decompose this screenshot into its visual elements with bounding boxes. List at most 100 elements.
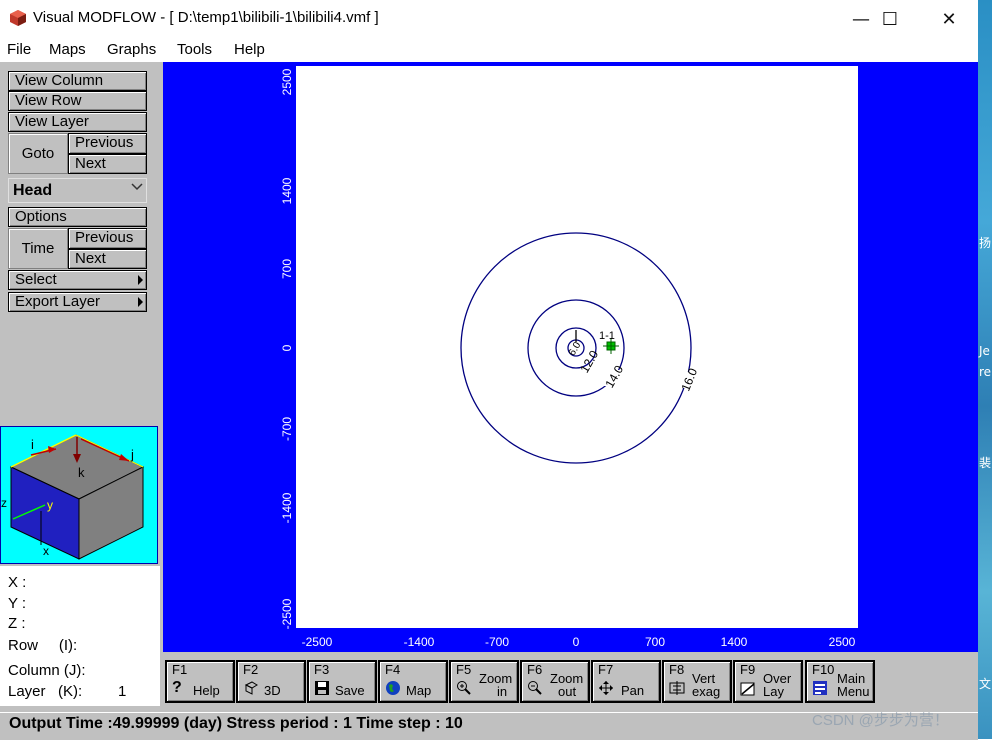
- desktop-text-fragment: 文: [979, 677, 992, 691]
- head-contour-map[interactable]: -2500 -1400 -700 0 700 1400 2500 2500 14…: [163, 62, 978, 652]
- parameter-dropdown[interactable]: Head: [8, 178, 147, 203]
- chevron-down-icon: [131, 183, 143, 191]
- cube-axis-i: i: [31, 437, 34, 452]
- orientation-cube-panel: i j k y z x: [0, 426, 158, 564]
- 3d-icon: [244, 681, 258, 695]
- fkey-label: Save: [335, 683, 365, 698]
- x-axis: -2500 -1400 -700 0 700 1400 2500: [302, 635, 856, 649]
- y-tick-label: 700: [280, 259, 294, 279]
- desktop-text-fragment: 扬: [979, 236, 992, 250]
- orientation-cube-icon: i j k y z x: [1, 434, 145, 560]
- submenu-arrow-icon: [138, 297, 143, 307]
- x-tick-label: -700: [485, 635, 509, 649]
- fkey-label: Menu: [837, 684, 870, 699]
- maximize-button[interactable]: ☐: [861, 0, 919, 38]
- fkey-number: F6: [527, 662, 543, 677]
- goto-next-button[interactable]: Next: [68, 154, 147, 174]
- submenu-arrow-icon: [138, 275, 143, 285]
- fkey-label: out: [558, 684, 577, 699]
- view-row-button[interactable]: View Row: [8, 91, 147, 111]
- view-column-button[interactable]: View Column: [8, 71, 147, 91]
- fkey-label: Pan: [621, 683, 645, 698]
- view-layer-button[interactable]: View Layer: [8, 112, 147, 132]
- fkey-label: Lay: [763, 684, 784, 699]
- status-text: Output Time :49.99999 (day) Stress perio…: [9, 715, 463, 732]
- cube-axis-k: k: [78, 465, 85, 480]
- y-tick-label: 1400: [280, 177, 294, 204]
- save-icon: [315, 681, 329, 695]
- f6-zoom-out-button[interactable]: F6 Zoom out: [520, 660, 590, 703]
- globe-icon: [386, 681, 400, 695]
- fkey-label: Map: [406, 683, 432, 698]
- y-axis: 2500 1400 700 0 -700 -1400 -2500: [280, 68, 294, 629]
- coord-row-label: Row (I):: [8, 637, 78, 654]
- f10-main-menu-button[interactable]: F10 Main Menu: [805, 660, 875, 703]
- watermark: CSDN @步步为营！: [812, 712, 949, 729]
- desktop-text-fragment: 裴: [979, 456, 992, 470]
- goto-button[interactable]: Goto: [8, 133, 68, 174]
- fkey-label: in: [497, 684, 508, 699]
- f5-zoom-in-button[interactable]: F5 Zoom in: [449, 660, 519, 703]
- x-tick-label: -2500: [302, 635, 333, 649]
- help-icon: ?: [172, 679, 182, 696]
- export-layer-button[interactable]: Export Layer: [8, 292, 147, 312]
- coord-z-label: Z :: [8, 615, 26, 632]
- fkey-number: F8: [669, 662, 685, 677]
- time-button[interactable]: Time: [8, 228, 68, 269]
- f1-help-button[interactable]: F1 ? Help: [165, 660, 235, 703]
- zoom-out-icon: [528, 681, 542, 695]
- y-tick-label: -2500: [280, 598, 294, 629]
- coord-layer-label: Layer (K):: [8, 683, 83, 700]
- fkey-label: Zoom: [479, 671, 513, 686]
- fkey-number: F2: [243, 662, 259, 677]
- fkey-label: Help: [193, 683, 220, 698]
- y-tick-label: 0: [280, 344, 294, 351]
- menu-help[interactable]: Help: [234, 41, 265, 58]
- options-button[interactable]: Options: [8, 207, 147, 227]
- f8-vert-exag-button[interactable]: F8 Vert exag: [662, 660, 732, 703]
- y-tick-label: -1400: [280, 492, 294, 523]
- fkey-label: exag: [692, 684, 721, 699]
- x-tick-label: 2500: [829, 635, 856, 649]
- time-next-button[interactable]: Next: [68, 249, 147, 269]
- menu-maps[interactable]: Maps: [49, 41, 86, 58]
- menu-graphs[interactable]: Graphs: [107, 41, 156, 58]
- x-tick-label: -1400: [404, 635, 435, 649]
- fkey-number: F10: [812, 662, 835, 677]
- vert-exag-icon: [669, 681, 685, 695]
- app-logo-icon: [10, 10, 26, 26]
- x-tick-label: 700: [645, 635, 665, 649]
- close-button[interactable]: ✕: [920, 0, 978, 38]
- fkey-number: F4: [385, 662, 401, 677]
- select-menu-button[interactable]: Select: [8, 270, 147, 290]
- f9-overlay-button[interactable]: F9 Over Lay: [733, 660, 803, 703]
- select-label: Select: [15, 271, 57, 288]
- f2-3d-button[interactable]: F2 3D: [236, 660, 306, 703]
- f7-pan-button[interactable]: F7 Pan: [591, 660, 661, 703]
- map-view[interactable]: -2500 -1400 -700 0 700 1400 2500 2500 14…: [163, 62, 978, 652]
- pan-icon: [599, 681, 613, 695]
- desktop-text-fragment: re: [979, 365, 992, 379]
- time-previous-button[interactable]: Previous: [68, 228, 147, 249]
- export-layer-label: Export Layer: [15, 293, 101, 310]
- well-label: 1-1: [599, 330, 615, 342]
- menu-tools[interactable]: Tools: [177, 41, 212, 58]
- f3-save-button[interactable]: F3 Save: [307, 660, 377, 703]
- fkey-number: F5: [456, 662, 472, 677]
- fkey-number: F1: [172, 662, 188, 677]
- coord-column-label: Column (J):: [8, 662, 86, 679]
- x-tick-label: 1400: [721, 635, 748, 649]
- coord-x-label: X :: [8, 574, 27, 591]
- cube-axis-j: j: [130, 447, 134, 462]
- goto-previous-button[interactable]: Previous: [68, 133, 147, 154]
- fkey-label: 3D: [264, 683, 281, 698]
- overlay-icon: [740, 682, 755, 696]
- menu-file[interactable]: File: [7, 41, 31, 58]
- fkey-number: F3: [314, 662, 330, 677]
- cube-axis-x: x: [43, 544, 49, 558]
- zoom-in-icon: [457, 681, 471, 695]
- window-title: Visual MODFLOW - [ D:\temp1\bilibili-1\b…: [33, 9, 379, 26]
- fkey-number: F9: [740, 662, 756, 677]
- f4-map-button[interactable]: F4 Map: [378, 660, 448, 703]
- main-menu-icon: [813, 681, 827, 695]
